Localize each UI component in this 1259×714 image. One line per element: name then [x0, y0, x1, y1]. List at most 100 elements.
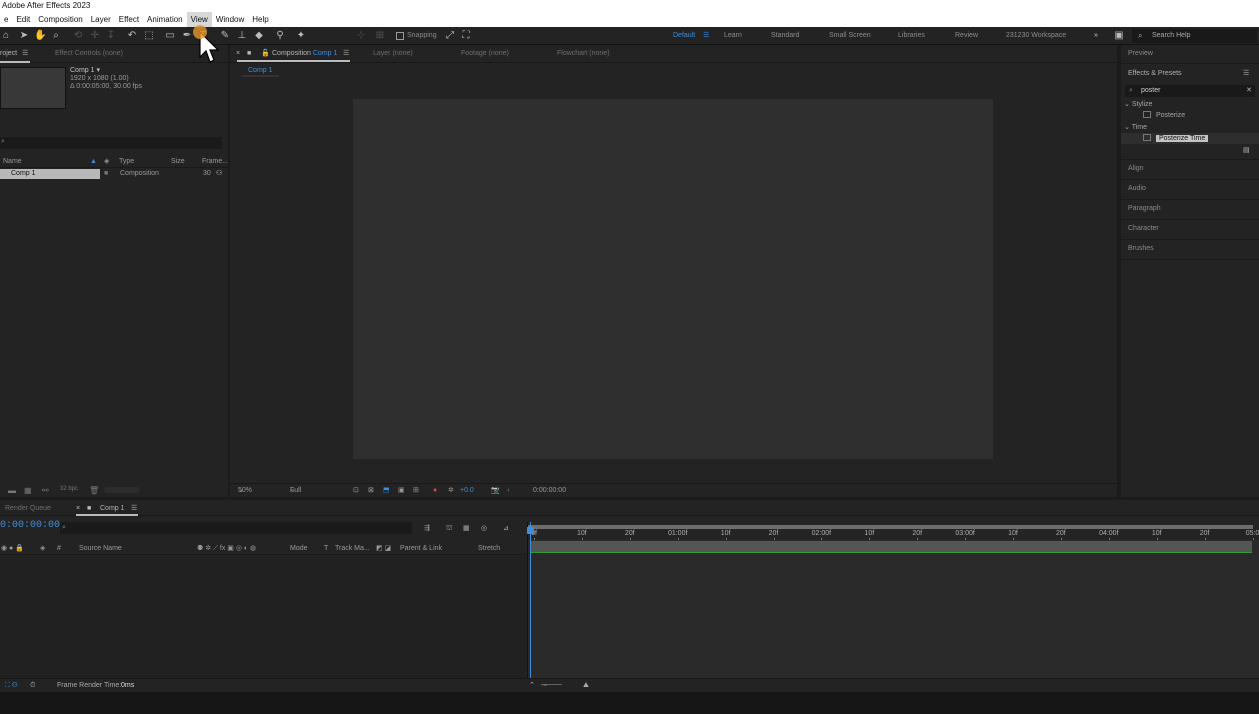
av-features-icon[interactable]: ◉ ● 🔒 [1, 543, 24, 555]
timeline-menu-icon[interactable]: ☰ [131, 504, 137, 514]
column-name[interactable]: Name [3, 156, 22, 168]
column-type[interactable]: Type [119, 156, 134, 168]
tab-footage[interactable]: Footage (none) [461, 49, 509, 59]
snap-options-icon[interactable]: ⤢ [444, 30, 456, 42]
mask-visibility-icon[interactable]: ⬒ [383, 484, 390, 498]
workspace-small-screen[interactable]: Small Screen [829, 31, 871, 41]
magnification-dropdown[interactable]: 50% ⌄ [238, 484, 252, 498]
tab-timeline-comp[interactable]: Comp 1 [100, 504, 125, 514]
zoom-tool-icon[interactable]: ⌕ [50, 30, 62, 42]
snapping-checkbox[interactable] [396, 32, 404, 40]
column-source-name[interactable]: Source Name [79, 543, 122, 555]
project-item-row[interactable]: Comp 1 ■ Composition 30 ⚇ [0, 168, 228, 180]
audio-panel-header[interactable]: Audio [1121, 184, 1259, 194]
layer-duration-bar[interactable] [530, 541, 1252, 553]
pen-tool-icon[interactable]: ✒ [181, 30, 193, 42]
region-of-interest-icon[interactable]: ⊡ [353, 484, 359, 498]
close-tab-icon[interactable]: × [236, 49, 240, 59]
sort-ascending-icon[interactable]: ▲ [90, 156, 97, 168]
rotation-tool-icon[interactable]: ↶ [126, 30, 138, 42]
effects-search-input[interactable]: ⌕ poster ✕ [1125, 85, 1255, 97]
more-workspaces-icon[interactable]: » [1094, 31, 1098, 41]
workspace-custom[interactable]: 231230 Workspace [1006, 31, 1066, 41]
new-bin-icon[interactable]: ▤ [1243, 146, 1255, 156]
snap-grid-icon[interactable]: ⛶ [460, 30, 472, 42]
thumbnail-zoom-slider[interactable] [104, 487, 140, 493]
zoom-out-icon[interactable]: ⌃ [529, 679, 535, 693]
composition-canvas[interactable] [353, 99, 993, 459]
close-tab-icon[interactable]: × [76, 504, 80, 514]
column-parent-link[interactable]: Parent & Link [400, 543, 442, 555]
effects-menu-icon[interactable]: ☰ [1243, 69, 1253, 79]
lock-icon[interactable]: 🔓 [261, 49, 270, 59]
clear-search-icon[interactable]: ✕ [1246, 85, 1252, 97]
home-icon[interactable]: ⌂ [0, 30, 12, 42]
viewer-menu-icon[interactable]: ☰ [343, 49, 349, 59]
graph-editor-icon[interactable]: ⊿ [503, 524, 509, 534]
axis-icon[interactable]: ⊹ [355, 30, 367, 42]
column-stretch[interactable]: Stretch [478, 543, 500, 555]
rectangle-tool-icon[interactable]: ▭ [164, 30, 176, 42]
character-panel-header[interactable]: Character [1121, 224, 1259, 234]
project-item-name[interactable]: Comp 1 [0, 169, 100, 179]
preview-panel-header[interactable]: Preview [1121, 49, 1259, 59]
frame-blending-icon[interactable]: ▦ [463, 524, 470, 534]
workspace-menu-icon[interactable]: ☰ [703, 31, 709, 41]
brushes-panel-header[interactable]: Brushes [1121, 244, 1259, 254]
transparency-grid-icon[interactable]: ⊠ [368, 484, 374, 498]
shy-layers-icon[interactable]: ⛫ [446, 524, 452, 534]
toggle-switches-icon[interactable]: ⛶ ⚇ [5, 679, 17, 693]
time-graph-area[interactable]: 0f 10f 20f 01:00f 10f 20f 02:00f 10f 20f 03:00f 10… [527, 522, 1259, 678]
composition-switches-icon[interactable]: ⇶ [424, 524, 430, 534]
layer-switches-icons[interactable]: ⚉ ✲ ⟋ fx ▣ ◎ ◐ ◍ [197, 543, 256, 555]
delete-icon[interactable]: 🗑 [89, 486, 99, 495]
tab-effect-controls[interactable]: Effect Controls (none) [55, 49, 123, 59]
grid-options-icon[interactable]: ⊞ [413, 484, 419, 498]
workspace-standard[interactable]: Standard [771, 31, 799, 41]
workspace-default[interactable]: Default [673, 31, 695, 41]
new-composition-icon[interactable]: ▦ [24, 486, 32, 495]
effect-group-time[interactable]: ⌄ Time [1124, 123, 1147, 133]
orbit-camera-icon[interactable]: ⟲ [72, 30, 84, 42]
snapping-toggle[interactable]: Snapping [396, 31, 437, 41]
effect-item-posterize-time[interactable]: Posterize Time [1143, 134, 1209, 144]
hand-tool-icon[interactable]: ✋ [34, 30, 46, 42]
effect-group-stylize[interactable]: ⌄ Stylize [1124, 100, 1152, 110]
puppet-pin-icon[interactable]: ✦ [295, 30, 307, 42]
menu-layer[interactable]: Layer [87, 12, 115, 27]
column-track-matte[interactable]: Track Ma... [335, 543, 370, 555]
eraser-tool-icon[interactable]: ◆ [253, 30, 265, 42]
label-tag-icon[interactable]: ◈ [104, 156, 109, 168]
selection-tool-icon[interactable]: ➤ [18, 30, 30, 42]
tab-render-queue[interactable]: Render Queue [5, 504, 51, 514]
timeline-timecode[interactable]: 0:00:00:00 [0, 520, 60, 531]
pan-behind-icon[interactable]: ⬚ [143, 30, 155, 42]
label-color-icon[interactable]: ■ [104, 168, 108, 180]
pan-camera-icon[interactable]: ✛ [89, 30, 101, 42]
tab-composition[interactable]: Composition Comp 1 [272, 49, 337, 59]
column-mode[interactable]: Mode [290, 543, 308, 555]
show-snapshot-icon[interactable]: ◐ [507, 484, 511, 498]
playhead-handle[interactable] [527, 527, 534, 534]
motion-blur-icon[interactable]: ◎ [481, 524, 487, 534]
workspace-review[interactable]: Review [955, 31, 978, 41]
render-time-toggle-icon[interactable]: ⏱ [30, 679, 35, 693]
new-folder-icon[interactable]: ▬ [8, 486, 16, 495]
roto-brush-icon[interactable]: ⚲ [274, 30, 286, 42]
menu-animation[interactable]: Animation [143, 12, 187, 27]
effect-item-posterize[interactable]: Posterize [1143, 111, 1185, 121]
tab-flowchart[interactable]: Flowchart (none) [557, 49, 610, 59]
layer-list-area[interactable] [0, 556, 526, 678]
column-frame-rate[interactable]: Frame... [202, 156, 228, 168]
menu-composition[interactable]: Composition [34, 12, 86, 27]
align-panel-header[interactable]: Align [1121, 164, 1259, 174]
viewer-timecode[interactable]: 0:00:00:00 [533, 484, 566, 498]
label-tag-icon[interactable]: ◈ [40, 543, 45, 555]
bit-depth-button[interactable]: 32 bpc [60, 486, 78, 492]
exposure-reset-icon[interactable]: ✲ [448, 484, 454, 498]
menu-edit[interactable]: Edit [12, 12, 34, 27]
tab-layer[interactable]: Layer (none) [373, 49, 413, 59]
sync-settings-icon[interactable]: ▣ [1113, 30, 1125, 42]
clone-stamp-icon[interactable]: ⊥ [236, 30, 248, 42]
exposure-value[interactable]: +0.0 [460, 484, 474, 498]
